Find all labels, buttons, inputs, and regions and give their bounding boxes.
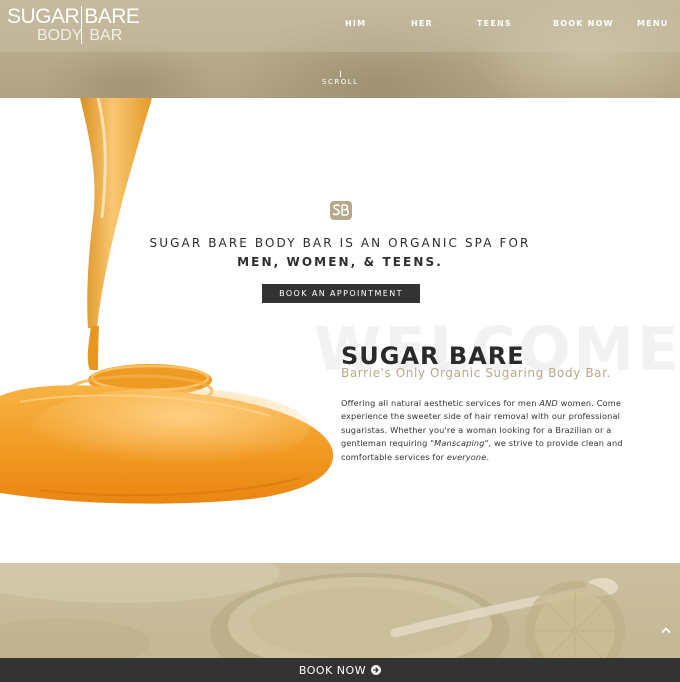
intro-text: Offering all natural aesthetic services … bbox=[341, 398, 540, 408]
sb-monogram-icon bbox=[330, 201, 352, 220]
tagline-line-2: MEN, WOMEN, & TEENS. bbox=[237, 255, 443, 269]
hero-banner: SUGAR BARE BODY BAR HIM HER TEENS BOOK N… bbox=[0, 0, 680, 98]
book-now-bar[interactable]: BOOK NOW bbox=[0, 658, 680, 682]
nav-item-teens[interactable]: TEENS bbox=[477, 19, 512, 28]
intro-emphasis: Manscaping bbox=[434, 438, 485, 449]
intro-emphasis: everyone bbox=[446, 451, 487, 462]
arrow-circle-right-icon bbox=[371, 665, 382, 675]
scroll-link[interactable]: SCROLL bbox=[322, 78, 359, 86]
intro-paragraph: Offering all natural aesthetic services … bbox=[341, 397, 641, 464]
book-now-label: BOOK NOW bbox=[298, 663, 367, 677]
intro-text: . bbox=[486, 451, 490, 462]
honey-drip-image bbox=[0, 98, 334, 504]
chevron-up-icon[interactable] bbox=[660, 624, 672, 636]
scroll-indicator-line bbox=[340, 71, 341, 77]
nav-item-her[interactable]: HER bbox=[411, 19, 433, 28]
nav-item-book-now[interactable]: BOOK NOW bbox=[553, 19, 614, 28]
sugar-bowl-illustration bbox=[0, 563, 625, 658]
intro-emphasis: AND bbox=[539, 398, 558, 408]
nav-item-menu[interactable]: MENU bbox=[637, 19, 668, 28]
book-appointment-button[interactable]: BOOK AN APPOINTMENT bbox=[262, 284, 420, 303]
sugar-bowl-image bbox=[0, 563, 680, 658]
main-nav: HIM HER TEENS BOOK NOW MENU bbox=[0, 19, 680, 31]
tagline-line-1: SUGAR BARE BODY BAR IS AN ORGANIC SPA FO… bbox=[149, 236, 531, 250]
nav-item-him[interactable]: HIM bbox=[345, 19, 366, 28]
section-subtitle: Barrie's Only Organic Sugaring Body Bar. bbox=[341, 366, 611, 380]
